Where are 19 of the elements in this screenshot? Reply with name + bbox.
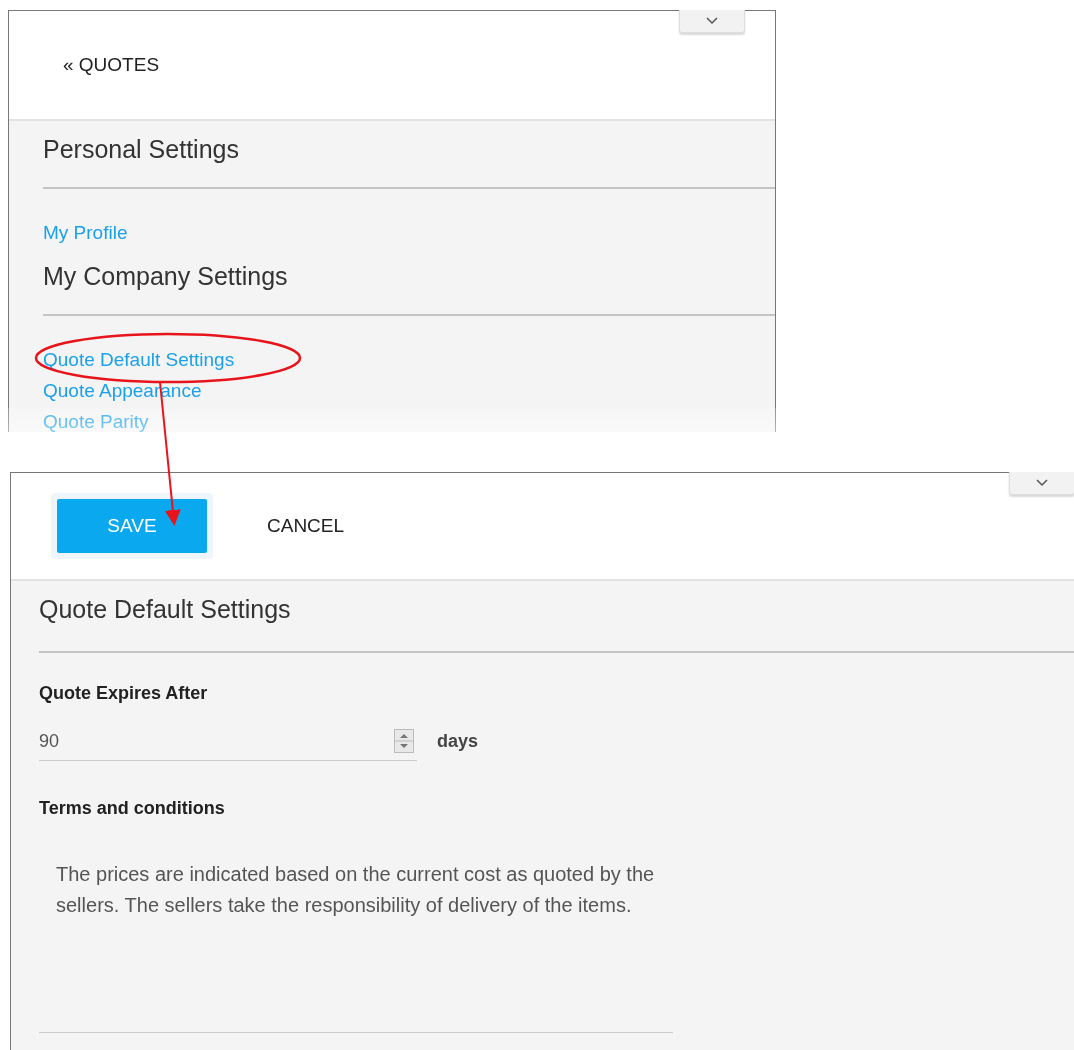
settings-link[interactable]: Quote Default Settings (43, 344, 775, 375)
settings-link[interactable]: My Profile (43, 217, 775, 248)
dropdown-tab[interactable] (1009, 472, 1074, 495)
back-link[interactable]: « QUOTES (63, 54, 160, 76)
spinner-icon (394, 729, 414, 753)
chevron-down-icon (1036, 479, 1048, 487)
save-button[interactable]: SAVE (57, 499, 207, 553)
section-title: Personal Settings (43, 134, 240, 165)
field-label: Quote Expires After (39, 683, 209, 704)
text-area[interactable]: The prices are indicated based on the current cost as quoted by the sellers. The sellers take the responsibility of delivery of the items. (39, 859, 673, 1033)
dropdown-tab[interactable] (679, 10, 745, 33)
chevron-down-icon (706, 17, 718, 25)
section-title: Quote Default Settings (39, 594, 292, 625)
settings-link[interactable]: Quote Parity (43, 406, 775, 437)
number-input-field[interactable]: 90 (39, 722, 417, 761)
cancel-button[interactable]: CANCEL (259, 515, 353, 537)
section-title: My Company Settings (43, 261, 289, 292)
unit-label: days (437, 731, 479, 752)
field-label: Terms and conditions (39, 798, 226, 819)
